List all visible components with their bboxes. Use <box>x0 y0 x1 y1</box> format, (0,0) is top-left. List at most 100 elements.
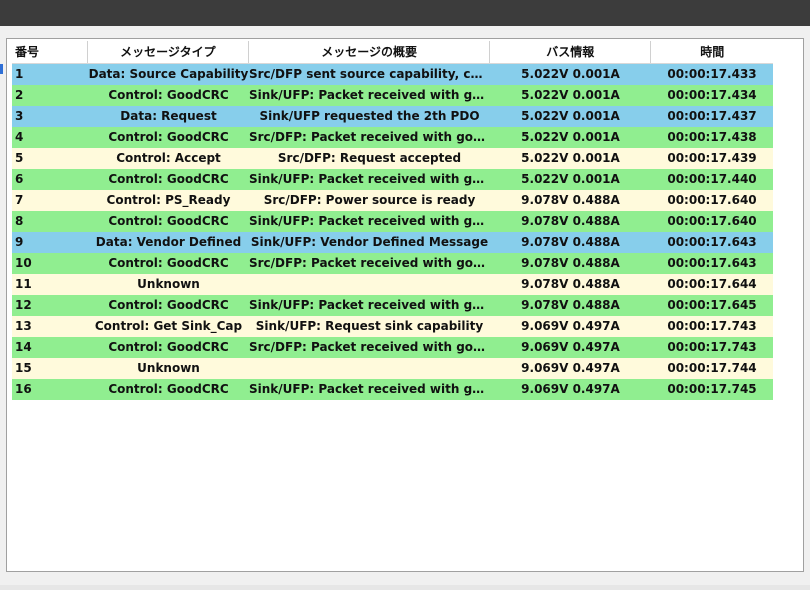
cell-message-type: Control: GoodCRC <box>108 130 229 144</box>
table-row[interactable]: 12 Control: GoodCRC Sink/UFP: Packet recei… <box>12 295 773 316</box>
cell-message-summary: Src/DFP: Packet received with good... <box>249 256 490 270</box>
cell-bus-info: 9.078V 0.488A <box>521 277 620 291</box>
cell-time: 00:00:17.439 <box>667 151 757 165</box>
table-row[interactable]: 15 Unknown 9.069V 0.497A 00:00:17.744 <box>12 358 773 379</box>
cell-time: 00:00:17.643 <box>667 256 757 270</box>
cell-time: 00:00:17.437 <box>667 109 757 123</box>
cell-number: 2 <box>15 88 24 102</box>
cell-message-summary: Sink/UFP: Packet received with goo... <box>249 88 490 102</box>
cell-number: 6 <box>15 172 24 186</box>
cell-bus-info: 9.078V 0.488A <box>521 298 620 312</box>
cell-number: 7 <box>15 193 24 207</box>
cell-bus-info: 5.022V 0.001A <box>521 151 620 165</box>
cell-time: 00:00:17.645 <box>667 298 757 312</box>
cell-bus-info: 9.078V 0.488A <box>521 193 620 207</box>
cell-message-type: Data: Request <box>120 109 217 123</box>
cell-time: 00:00:17.644 <box>667 277 757 291</box>
cell-message-summary: Src/DFP: Packet received with good... <box>249 340 490 354</box>
cell-number: 15 <box>15 361 32 375</box>
cell-message-type: Control: GoodCRC <box>108 256 229 270</box>
message-list-panel[interactable]: 番号 メッセージタイプ メッセージの概要 バス情報 時間 1 Data: Sour… <box>6 38 804 572</box>
cell-time: 00:00:17.433 <box>667 67 757 81</box>
table-row[interactable]: 3 Data: Request Sink/UFP requested the 2th… <box>12 106 773 127</box>
message-table: 番号 メッセージタイプ メッセージの概要 バス情報 時間 1 Data: Sour… <box>12 41 773 400</box>
cell-message-type: Control: Accept <box>116 151 221 165</box>
cell-message-summary: Src/DFP sent source capability, con... <box>249 67 490 81</box>
cell-message-summary <box>249 358 490 379</box>
cell-message-summary <box>249 274 490 295</box>
cell-time: 00:00:17.643 <box>667 235 757 249</box>
cell-time: 00:00:17.434 <box>667 88 757 102</box>
cell-message-summary: Src/DFP: Request accepted <box>277 151 462 165</box>
cell-bus-info: 9.078V 0.488A <box>521 214 620 228</box>
cell-number: 8 <box>15 214 24 228</box>
cell-time: 00:00:17.640 <box>667 214 757 228</box>
cell-message-type: Control: GoodCRC <box>108 214 229 228</box>
cell-time: 00:00:17.440 <box>667 172 757 186</box>
cell-time: 00:00:17.743 <box>667 340 757 354</box>
cell-message-summary: Sink/UFP: Packet received with goo... <box>249 382 490 396</box>
table-body: 1 Data: Source Capability Src/DFP sent sou… <box>12 64 773 400</box>
cell-time: 00:00:17.640 <box>667 193 757 207</box>
cell-bus-info: 5.022V 0.001A <box>521 130 620 144</box>
cell-message-type: Control: GoodCRC <box>108 298 229 312</box>
cell-bus-info: 5.022V 0.001A <box>521 172 620 186</box>
cell-message-type: Control: GoodCRC <box>108 382 229 396</box>
cell-number: 12 <box>15 298 32 312</box>
cell-message-summary: Sink/UFP: Request sink capability <box>255 319 484 333</box>
cell-number: 1 <box>15 67 24 81</box>
cell-message-type: Unknown <box>137 277 200 291</box>
cell-bus-info: 9.078V 0.488A <box>521 256 620 270</box>
table-row[interactable]: 9 Data: Vendor Defined Sink/UFP: Vendor De… <box>12 232 773 253</box>
cell-message-type: Data: Vendor Defined <box>95 235 242 249</box>
table-row[interactable]: 5 Control: Accept Src/DFP: Request accepte… <box>12 148 773 169</box>
table-row[interactable]: 16 Control: GoodCRC Sink/UFP: Packet recei… <box>12 379 773 400</box>
cell-number: 14 <box>15 340 32 354</box>
cell-number: 5 <box>15 151 24 165</box>
cell-message-type: Control: GoodCRC <box>108 88 229 102</box>
cell-number: 10 <box>15 256 32 270</box>
table-row[interactable]: 6 Control: GoodCRC Sink/UFP: Packet receiv… <box>12 169 773 190</box>
cell-message-summary: Sink/UFP: Packet received with goo... <box>249 214 490 228</box>
column-header-message-type[interactable]: メッセージタイプ <box>88 41 250 63</box>
column-header-number[interactable]: 番号 <box>12 41 88 63</box>
cell-message-type: Control: PS_Ready <box>106 193 231 207</box>
table-row[interactable]: 8 Control: GoodCRC Sink/UFP: Packet receiv… <box>12 211 773 232</box>
cell-bus-info: 9.078V 0.488A <box>521 235 620 249</box>
table-row[interactable]: 4 Control: GoodCRC Src/DFP: Packet receive… <box>12 127 773 148</box>
table-row[interactable]: 7 Control: PS_Ready Src/DFP: Power source … <box>12 190 773 211</box>
cell-bus-info: 9.069V 0.497A <box>521 319 620 333</box>
cell-message-type: Control: Get Sink_Cap <box>94 319 243 333</box>
cell-message-type: Control: GoodCRC <box>108 172 229 186</box>
column-header-time[interactable]: 時間 <box>651 41 773 63</box>
cell-message-summary: Sink/UFP: Vendor Defined Message <box>250 235 489 249</box>
table-row[interactable]: 10 Control: GoodCRC Src/DFP: Packet receiv… <box>12 253 773 274</box>
table-row[interactable]: 14 Control: GoodCRC Src/DFP: Packet receiv… <box>12 337 773 358</box>
cell-message-summary: Sink/UFP: Packet received with goo... <box>249 172 490 186</box>
bottom-border <box>0 585 810 590</box>
cell-number: 13 <box>15 319 32 333</box>
table-header: 番号 メッセージタイプ メッセージの概要 バス情報 時間 <box>12 41 773 64</box>
cell-bus-info: 9.069V 0.497A <box>521 382 620 396</box>
table-row[interactable]: 11 Unknown 9.078V 0.488A 00:00:17.644 <box>12 274 773 295</box>
table-row[interactable]: 13 Control: Get Sink_Cap Sink/UFP: Request… <box>12 316 773 337</box>
cell-time: 00:00:17.438 <box>667 130 757 144</box>
cell-bus-info: 9.069V 0.497A <box>521 340 620 354</box>
cell-message-summary: Sink/UFP: Packet received with goo... <box>249 298 490 312</box>
window-title-bar <box>0 0 810 26</box>
cell-time: 00:00:17.745 <box>667 382 757 396</box>
table-row[interactable]: 2 Control: GoodCRC Sink/UFP: Packet receiv… <box>12 85 773 106</box>
cell-bus-info: 5.022V 0.001A <box>521 67 620 81</box>
table-row[interactable]: 1 Data: Source Capability Src/DFP sent sou… <box>12 64 773 85</box>
left-edge-marker <box>0 64 3 74</box>
column-header-bus-info[interactable]: バス情報 <box>490 41 652 63</box>
cell-message-type: Unknown <box>137 361 200 375</box>
cell-bus-info: 5.022V 0.001A <box>521 88 620 102</box>
cell-message-summary: Src/DFP: Power source is ready <box>263 193 476 207</box>
cell-number: 3 <box>15 109 24 123</box>
cell-message-summary: Src/DFP: Packet received with good... <box>249 130 490 144</box>
cell-bus-info: 5.022V 0.001A <box>521 109 620 123</box>
cell-bus-info: 9.069V 0.497A <box>521 361 620 375</box>
cell-message-type: Control: GoodCRC <box>108 340 229 354</box>
column-header-message-summary[interactable]: メッセージの概要 <box>249 41 491 63</box>
